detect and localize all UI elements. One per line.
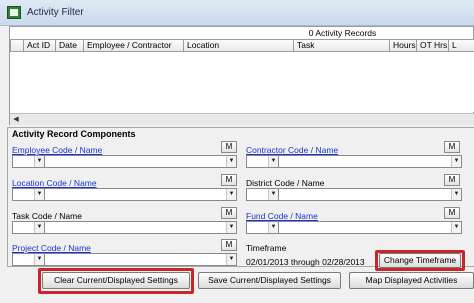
chevron-down-icon[interactable]: ▼	[268, 156, 278, 167]
task-combo[interactable]: ▼ ▼	[12, 221, 237, 234]
map-activities-button[interactable]: Map Displayed Activities	[349, 272, 474, 289]
fund-code-name-link[interactable]: Fund Code / Name	[246, 211, 318, 221]
project-m-button[interactable]: M	[221, 239, 237, 251]
project-name-dropdown[interactable]: ▼	[45, 254, 236, 265]
chevron-down-icon[interactable]: ▼	[226, 254, 236, 265]
column-l[interactable]: L	[449, 39, 474, 52]
location-code-dropdown[interactable]: ▼	[13, 189, 45, 200]
contractor-m-button[interactable]: M	[444, 141, 460, 153]
chevron-down-icon[interactable]: ▼	[451, 156, 461, 167]
contractor-code-name-link[interactable]: Contractor Code / Name	[246, 145, 338, 155]
save-settings-button[interactable]: Save Current/Displayed Settings	[198, 272, 341, 289]
project-code-dropdown[interactable]: ▼	[13, 254, 45, 265]
fund-combo[interactable]: ▼ ▼	[246, 221, 462, 234]
task-code-dropdown[interactable]: ▼	[13, 222, 45, 233]
column-ot-hrs[interactable]: OT Hrs	[417, 39, 449, 52]
title-bar: Activity Filter	[0, 0, 474, 26]
employee-code-name-link[interactable]: Employee Code / Name	[12, 145, 102, 155]
district-name-dropdown[interactable]: ▼	[279, 189, 461, 200]
chevron-down-icon[interactable]: ▼	[34, 222, 44, 233]
fund-code-dropdown[interactable]: ▼	[247, 222, 279, 233]
employee-code-dropdown[interactable]: ▼	[13, 156, 45, 167]
contractor-name-dropdown[interactable]: ▼	[279, 156, 461, 167]
column-task[interactable]: Task	[294, 39, 390, 52]
contractor-combo[interactable]: ▼ ▼	[246, 155, 462, 168]
location-name-dropdown[interactable]: ▼	[45, 189, 236, 200]
grid-body[interactable]	[10, 52, 474, 112]
project-combo[interactable]: ▼ ▼	[12, 253, 237, 266]
employee-combo[interactable]: ▼ ▼	[12, 155, 237, 168]
chevron-down-icon[interactable]: ▼	[451, 189, 461, 200]
district-m-button[interactable]: M	[444, 174, 460, 186]
location-m-button[interactable]: M	[221, 174, 237, 186]
column-hours[interactable]: Hours	[390, 39, 417, 52]
fund-m-button[interactable]: M	[444, 207, 460, 219]
clear-settings-button[interactable]: Clear Current/Displayed Settings	[42, 272, 190, 289]
column-date[interactable]: Date	[56, 39, 84, 52]
project-code-name-link[interactable]: Project Code / Name	[12, 243, 91, 253]
section-title: Activity Record Components	[12, 129, 136, 139]
chevron-down-icon[interactable]: ▼	[34, 189, 44, 200]
employee-name-dropdown[interactable]: ▼	[45, 156, 236, 167]
app-icon	[7, 6, 21, 19]
fund-name-dropdown[interactable]: ▼	[279, 222, 461, 233]
chevron-down-icon[interactable]: ▼	[226, 156, 236, 167]
column-location[interactable]: Location	[184, 39, 294, 52]
task-m-button[interactable]: M	[221, 207, 237, 219]
district-combo[interactable]: ▼ ▼	[246, 188, 462, 201]
scroll-left-arrow-icon[interactable]: ◀	[10, 114, 22, 125]
chevron-down-icon[interactable]: ▼	[226, 189, 236, 200]
chevron-down-icon[interactable]: ▼	[34, 156, 44, 167]
chevron-down-icon[interactable]: ▼	[34, 254, 44, 265]
district-code-dropdown[interactable]: ▼	[247, 189, 279, 200]
location-combo[interactable]: ▼ ▼	[12, 188, 237, 201]
activity-grid: 0 Activity Records Act ID Date Employee …	[9, 26, 474, 125]
chevron-down-icon[interactable]: ▼	[268, 189, 278, 200]
contractor-code-dropdown[interactable]: ▼	[247, 156, 279, 167]
activity-record-components: Activity Record Components Employee Code…	[7, 127, 474, 267]
horizontal-scrollbar[interactable]: ◀	[10, 113, 474, 125]
task-code-name-label: Task Code / Name	[12, 211, 82, 221]
location-code-name-link[interactable]: Location Code / Name	[12, 178, 97, 188]
timeframe-value: 02/01/2013 through 02/28/2013	[246, 257, 365, 267]
chevron-down-icon[interactable]: ▼	[268, 222, 278, 233]
column-employee-contractor[interactable]: Employee / Contractor	[84, 39, 184, 52]
chevron-down-icon[interactable]: ▼	[451, 222, 461, 233]
window-title: Activity Filter	[27, 7, 84, 18]
district-code-name-label: District Code / Name	[246, 178, 325, 188]
employee-m-button[interactable]: M	[221, 141, 237, 153]
chevron-down-icon[interactable]: ▼	[226, 222, 236, 233]
grid-header: Act ID Date Employee / Contractor Locati…	[10, 39, 474, 52]
timeframe-label: Timeframe	[246, 243, 287, 253]
record-count: 0 Activity Records	[308, 28, 377, 38]
task-name-dropdown[interactable]: ▼	[45, 222, 236, 233]
change-timeframe-button[interactable]: Change Timeframe	[379, 253, 461, 268]
row-selector-header	[10, 39, 24, 52]
column-act-id[interactable]: Act ID	[24, 39, 56, 52]
